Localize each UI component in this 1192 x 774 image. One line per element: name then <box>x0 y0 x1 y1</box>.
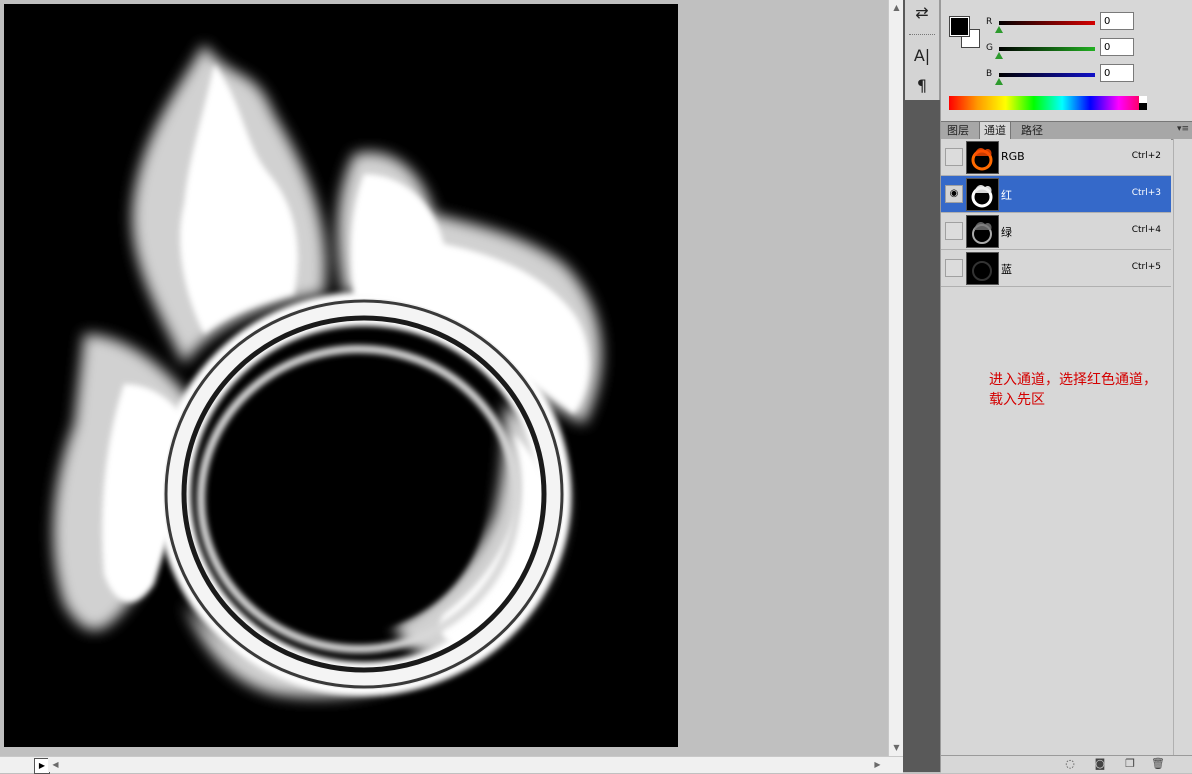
channel-thumbnail <box>966 141 999 174</box>
history-icon[interactable]: ⇄ <box>909 2 935 24</box>
document-workspace <box>0 0 888 756</box>
annotation-line-2: 载入先区 <box>989 392 1045 408</box>
paragraph-icon[interactable]: ¶ <box>909 75 935 97</box>
channel-row-red[interactable]: ◉ 红 Ctrl+3 <box>941 176 1171 213</box>
visibility-toggle[interactable] <box>945 148 963 166</box>
channel-row-rgb[interactable]: RGB Ctrl+2 <box>941 139 1171 176</box>
visibility-toggle[interactable] <box>945 259 963 277</box>
panel-menu-icon[interactable]: ▾≡ <box>1177 124 1189 134</box>
channel-row-green[interactable]: 绿 Ctrl+4 <box>941 213 1171 250</box>
tab-layers[interactable]: 图层 <box>943 122 973 139</box>
document-canvas[interactable] <box>4 4 678 747</box>
channel-thumbnail <box>966 252 999 285</box>
document-horizontal-scrollbar[interactable]: ▶ ◀ ▶ <box>0 756 903 774</box>
green-channel-label: G <box>986 43 993 53</box>
channel-name: 红 <box>1001 189 1012 202</box>
channel-name: 蓝 <box>1001 263 1012 276</box>
color-spectrum-ramp[interactable] <box>949 96 1147 110</box>
channel-row-blue[interactable]: 蓝 Ctrl+5 <box>941 250 1171 287</box>
blue-slider-track[interactable] <box>999 73 1095 77</box>
dock-panel-group: ⇄ A| ¶ <box>905 0 940 100</box>
delete-icon[interactable]: 🗑 <box>1151 757 1165 771</box>
character-icon[interactable]: A| <box>909 45 935 67</box>
scroll-up-arrow-icon[interactable]: ▲ <box>889 0 904 15</box>
new-channel-icon[interactable]: ❐ <box>1123 757 1137 771</box>
annotation-text: 进入通道，选择红色通道， 载入先区 <box>989 370 1189 410</box>
channel-shortcut: Ctrl+2 <box>1131 151 1161 161</box>
red-value-input[interactable]: 0 <box>1100 12 1134 30</box>
black-white-ramp[interactable] <box>1139 96 1147 110</box>
channel-name: RGB <box>1001 150 1025 163</box>
channel-shortcut: Ctrl+3 <box>1131 188 1161 198</box>
channel-thumbnail <box>966 215 999 248</box>
right-panel-stack: R 0 G 0 B 0 图层 通道 路径 ▾≡ RGB Ctrl+2 ◉ 红 C… <box>940 0 1192 773</box>
annotation-line-1: 进入通道，选择红色通道， <box>989 372 1157 388</box>
blue-value-input[interactable]: 0 <box>1100 64 1134 82</box>
scroll-down-arrow-icon[interactable]: ▼ <box>889 740 904 755</box>
tab-paths[interactable]: 路径 <box>1017 122 1047 139</box>
channel-shortcut: Ctrl+4 <box>1131 225 1161 235</box>
load-selection-icon[interactable]: ◌ <box>1063 757 1077 771</box>
dock-divider <box>909 34 935 35</box>
fire-ring-image <box>53 44 602 698</box>
red-slider-thumb[interactable] <box>995 26 1003 33</box>
green-slider-track[interactable] <box>999 47 1095 51</box>
green-slider-thumb[interactable] <box>995 52 1003 59</box>
channel-shortcut: Ctrl+5 <box>1131 262 1161 272</box>
channel-name: 绿 <box>1001 226 1012 239</box>
channel-thumbnail <box>966 178 999 211</box>
panel-icon-dock: ⇄ A| ¶ <box>904 0 940 772</box>
channels-scrollbar[interactable] <box>1173 139 1192 756</box>
visibility-toggle[interactable] <box>945 222 963 240</box>
red-slider-track[interactable] <box>999 21 1095 25</box>
save-selection-icon[interactable]: ◙ <box>1093 757 1107 771</box>
red-channel-label: R <box>986 17 993 27</box>
blue-channel-label: B <box>986 69 993 79</box>
blue-slider-thumb[interactable] <box>995 78 1003 85</box>
tab-channels[interactable]: 通道 <box>979 122 1011 139</box>
channels-panel-footer: ◌ ◙ ❐ 🗑 <box>941 755 1192 773</box>
scroll-right-arrow-icon[interactable]: ▶ <box>870 757 885 772</box>
document-vertical-scrollbar[interactable]: ▲ ▼ <box>888 0 904 756</box>
channels-panel-tab-bar: 图层 通道 路径 ▾≡ <box>941 121 1192 140</box>
eye-icon[interactable]: ◉ <box>945 185 963 203</box>
channel-list: RGB Ctrl+2 ◉ 红 Ctrl+3 绿 Ctrl+4 蓝 Ctrl+5 <box>941 139 1173 287</box>
green-value-input[interactable]: 0 <box>1100 38 1134 56</box>
scroll-left-arrow-icon[interactable]: ◀ <box>48 757 63 772</box>
foreground-color-swatch[interactable] <box>949 16 970 37</box>
color-panel: R 0 G 0 B 0 <box>941 0 1192 118</box>
